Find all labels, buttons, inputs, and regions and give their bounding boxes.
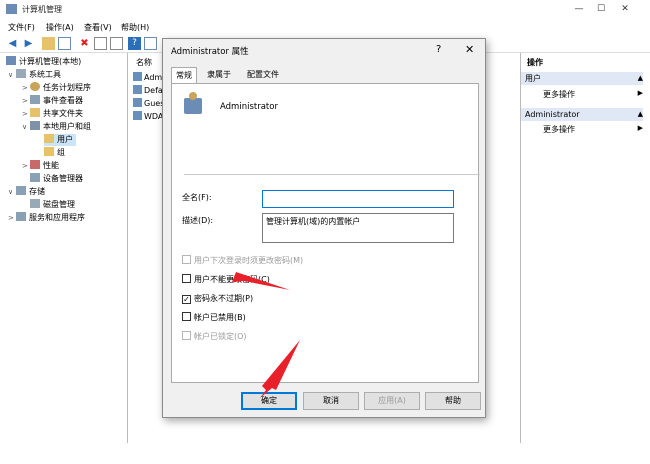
red-arrow-ok xyxy=(260,340,300,398)
red-arrow-disabled xyxy=(232,272,290,290)
annotation-overlay xyxy=(232,272,300,398)
